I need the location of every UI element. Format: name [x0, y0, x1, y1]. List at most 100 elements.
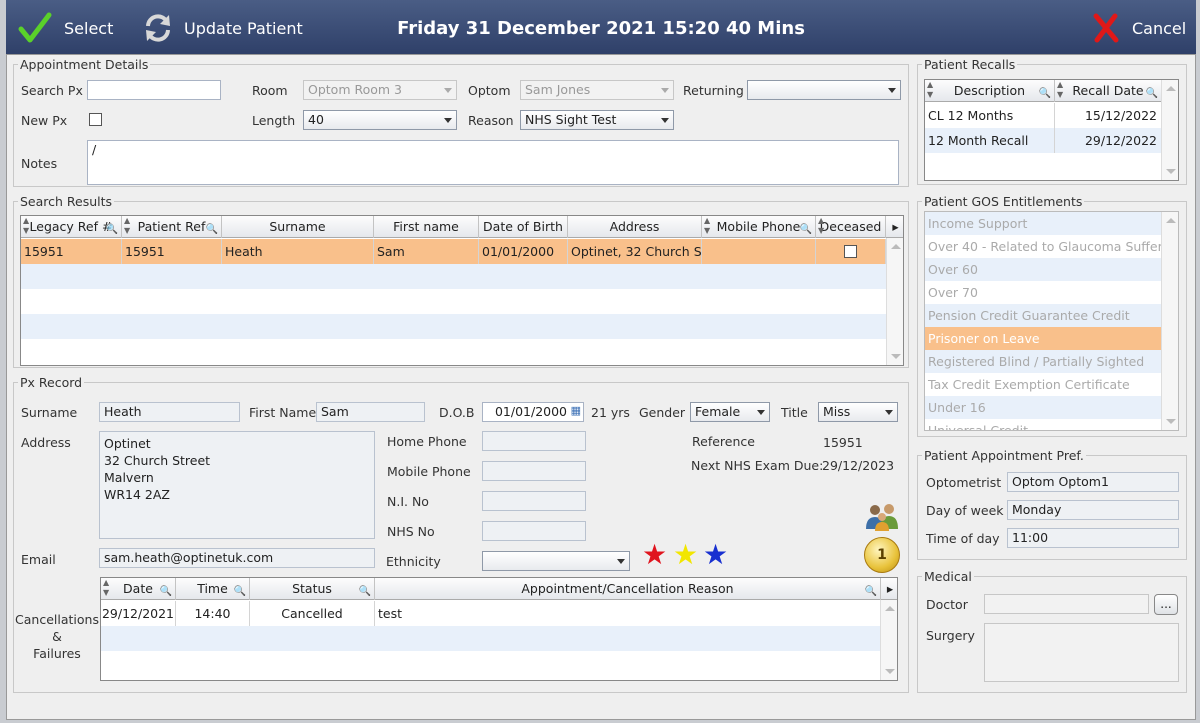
ni-no-input[interactable] [482, 491, 586, 511]
optometrist-input[interactable]: Optom Optom1 [1007, 472, 1179, 492]
table-row [21, 289, 886, 314]
search-icon[interactable]: 🔍 [106, 219, 118, 238]
address-input[interactable]: Optinet 32 Church Street Malvern WR14 2A… [99, 431, 375, 539]
list-item[interactable]: Over 60 [925, 258, 1161, 281]
next-exam-value: 29/12/2023 [822, 458, 895, 473]
table-row[interactable]: 15951 15951 Heath Sam 01/01/2000 Optinet… [21, 239, 886, 264]
nhs-no-label: NHS No [387, 524, 435, 539]
search-icon[interactable]: 🔍 [359, 581, 371, 600]
day-of-week-input[interactable]: Monday [1007, 500, 1179, 520]
family-icon[interactable] [863, 501, 901, 531]
cancel-button[interactable]: Cancel [1092, 12, 1186, 44]
email-input[interactable]: sam.heath@optinetuk.com [99, 548, 375, 568]
yellow-star-icon[interactable]: ★ [673, 541, 698, 569]
red-star-icon[interactable]: ★ [642, 541, 667, 569]
col-time[interactable]: Time 🔍 [176, 578, 250, 600]
surname-input[interactable]: Heath [99, 402, 240, 422]
mobile-phone-input[interactable] [482, 461, 586, 481]
room-select[interactable]: Optom Room 3 [303, 80, 457, 100]
col-mobile-phone[interactable]: ▲ ▼ Mobile Phone 🔍 [702, 216, 816, 238]
title-label: Title [781, 405, 808, 420]
search-icon[interactable]: 🔍 [206, 219, 218, 238]
table-row [101, 626, 881, 651]
first-name-input[interactable]: Sam [316, 402, 425, 422]
cancellations-grid: ▲ ▼ Date 🔍 Time 🔍 Status 🔍 Appointment/Cancel… [100, 577, 898, 681]
returning-select[interactable] [747, 80, 901, 100]
search-icon[interactable]: 🔍 [234, 581, 246, 600]
search-icon[interactable]: 🔍 [1039, 83, 1051, 102]
notes-input[interactable]: / [87, 140, 899, 185]
optom-value: Sam Jones [525, 82, 591, 97]
gos-scrollbar[interactable] [1161, 212, 1178, 430]
table-row[interactable]: 12 Month Recall 29/12/2022 [925, 128, 1162, 153]
list-item[interactable]: Over 70 [925, 281, 1161, 304]
table-row [21, 314, 886, 339]
search-icon[interactable]: 🔍 [865, 581, 877, 600]
doctor-input[interactable] [984, 594, 1149, 614]
list-item[interactable]: Pension Credit Guarantee Credit [925, 304, 1161, 327]
col-description[interactable]: ▲ ▼ Description 🔍 [925, 80, 1055, 102]
optom-select[interactable]: Sam Jones [520, 80, 674, 100]
search-results-scrollbar[interactable] [886, 238, 903, 365]
new-px-checkbox[interactable] [89, 113, 102, 126]
ethnicity-select[interactable] [482, 551, 630, 571]
col-deceased[interactable]: ▲ ▼ Deceased [816, 216, 886, 238]
col-legacy-ref[interactable]: ▲ ▼ Legacy Ref # 🔍 [21, 216, 122, 238]
col-dob[interactable]: Date of Birth [479, 216, 568, 238]
col-patient-ref[interactable]: ▲ ▼ Patient Ref 🔍 [122, 216, 222, 238]
col-date-label: Date [123, 581, 153, 596]
list-item[interactable]: Prisoner on Leave [925, 327, 1161, 350]
search-icon[interactable]: 🔍 [800, 219, 812, 238]
scroll-right-icon[interactable]: ▸ [881, 578, 897, 600]
search-icon[interactable]: 🔍 [1146, 83, 1158, 102]
doctor-browse-button[interactable]: ... [1154, 594, 1178, 615]
col-recall-date[interactable]: ▲ ▼ Recall Date 🔍 [1055, 80, 1162, 102]
day-of-week-label: Day of week [926, 503, 1004, 518]
calendar-icon[interactable]: ▦ [571, 404, 581, 417]
table-row[interactable]: CL 12 Months 15/12/2022 [925, 103, 1162, 128]
col-surname[interactable]: Surname [222, 216, 374, 238]
col-deceased-label: Deceased [819, 219, 882, 234]
col-date[interactable]: ▲ ▼ Date 🔍 [101, 578, 176, 600]
col-status[interactable]: Status 🔍 [250, 578, 375, 600]
search-px-label: Search Px [21, 83, 83, 98]
reason-select[interactable]: NHS Sight Test [520, 110, 674, 130]
new-px-label: New Px [21, 113, 68, 128]
returning-label: Returning [683, 83, 744, 98]
search-px-input[interactable] [87, 80, 221, 100]
col-first-name[interactable]: First name [374, 216, 479, 238]
recalls-scrollbar[interactable] [1161, 80, 1178, 180]
blue-star-icon[interactable]: ★ [703, 541, 728, 569]
list-item[interactable]: Universal Credit [925, 419, 1161, 430]
list-item[interactable]: Income Support [925, 212, 1161, 235]
scroll-right-icon[interactable]: ▸ [886, 216, 903, 238]
px-record-legend: Px Record [20, 375, 83, 390]
nhs-no-input[interactable] [482, 521, 586, 541]
cell-description: 12 Month Recall [925, 128, 1055, 153]
dob-input[interactable]: 01/01/2000 ▦ [482, 402, 584, 422]
search-icon[interactable]: 🔍 [160, 581, 172, 600]
col-address[interactable]: Address [568, 216, 702, 238]
cell-mobile-phone [702, 239, 816, 264]
list-item[interactable]: Under 16 [925, 396, 1161, 419]
gender-select[interactable]: Female [690, 402, 770, 422]
appointment-title: Friday 31 December 2021 15:20 40 Mins [397, 18, 805, 39]
title-select[interactable]: Miss [818, 402, 898, 422]
home-phone-input[interactable] [482, 431, 586, 451]
surgery-input[interactable] [984, 623, 1179, 682]
cancellations-scrollbar[interactable] [880, 600, 897, 680]
table-row[interactable]: 29/12/2021 14:40 Cancelled test [101, 601, 881, 626]
sort-icon: ▲ ▼ [704, 216, 711, 235]
cancellations-label-line: Cancellations [15, 612, 99, 627]
ni-no-label: N.I. No [387, 494, 429, 509]
address-line: 32 Church Street [104, 453, 211, 468]
appointment-pref-legend: Patient Appointment Pref. [924, 448, 1084, 463]
length-select[interactable]: 40 [303, 110, 457, 130]
list-item[interactable]: Over 40 - Related to Glaucoma Sufferer [925, 235, 1161, 258]
cell-first-name: Sam [374, 239, 479, 264]
col-reason[interactable]: Appointment/Cancellation Reason 🔍 [375, 578, 881, 600]
list-item[interactable]: Tax Credit Exemption Certificate [925, 373, 1161, 396]
deceased-checkbox[interactable] [844, 245, 857, 258]
list-item[interactable]: Registered Blind / Partially Sighted [925, 350, 1161, 373]
time-of-day-input[interactable]: 11:00 [1007, 528, 1179, 548]
